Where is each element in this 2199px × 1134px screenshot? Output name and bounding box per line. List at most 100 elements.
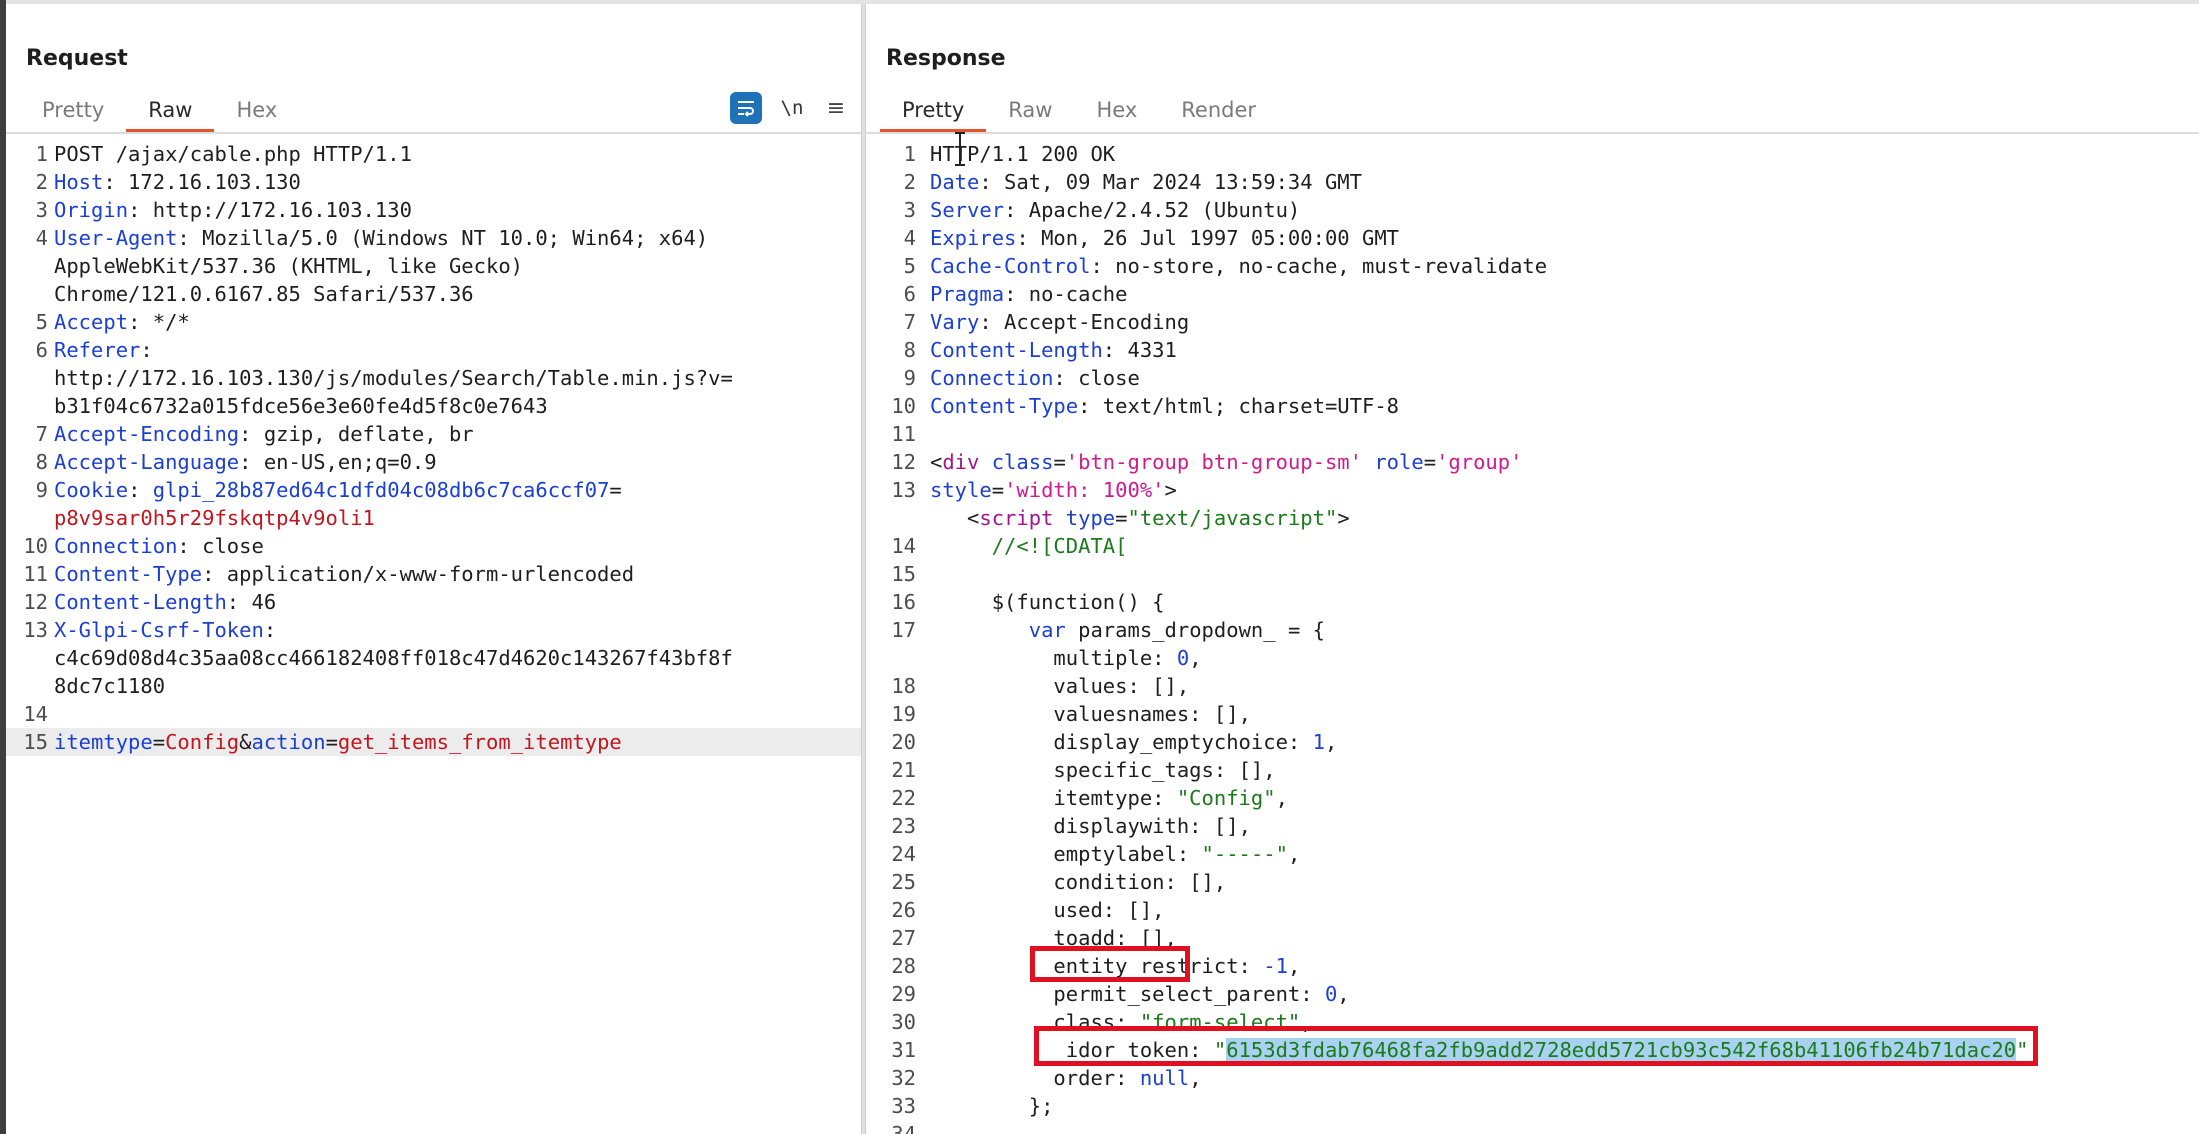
line-code: Cookie: glpi_28b87ed64c1dfd04c08db6c7ca6… <box>54 476 622 504</box>
response-tab-pretty[interactable]: Pretty <box>880 90 987 132</box>
line-number: 7 <box>903 310 916 334</box>
request-pane: Request Pretty Raw Hex \n ≡ 1 POST /ajax/… <box>6 4 862 1134</box>
request-line: 11 Content-Type: application/x-www-form-u… <box>6 560 862 588</box>
response-tab-render[interactable]: Render <box>1159 90 1278 132</box>
js-value: [] <box>1213 814 1239 838</box>
line-number: 18 <box>891 674 916 698</box>
response-line: 13 style='width: 100%'> <box>866 476 2199 504</box>
js-value: 0 <box>1324 982 1338 1006</box>
js-prop: used: <box>930 898 1128 922</box>
markup-token: = <box>991 478 1005 502</box>
line-number: 1 <box>903 142 916 166</box>
line-code: style='width: 100%'> <box>930 476 1177 504</box>
response-editor[interactable]: 1 HTTP/1.1 200 OK 2 Date: Sat, 09 Mar 2024 … <box>866 140 2199 1134</box>
request-tab-pretty[interactable]: Pretty <box>20 90 126 132</box>
line-code: User-Agent: Mozilla/5.0 (Windows NT 10.0… <box>54 224 708 252</box>
line-number: 1 <box>35 142 48 166</box>
wrap-lines-icon[interactable] <box>730 92 762 124</box>
js-text: params_dropdown_ = { <box>1065 618 1325 642</box>
plain-text: AppleWebKit/537.36 (KHTML, like Gecko) <box>54 254 523 278</box>
line-code: //<![CDATA[ <box>930 532 1128 560</box>
markup-token: 'width: 100%' <box>1004 478 1165 502</box>
response-line: 19 valuesnames: [], <box>866 700 2199 728</box>
js-comma: , <box>1189 646 1202 670</box>
response-line: 1 HTTP/1.1 200 OK <box>866 140 2199 168</box>
request-line: b31f04c6732a015fdce56e3e60fe4d5f8c0e7643 <box>6 392 862 420</box>
line-code: Connection: close <box>930 364 1140 392</box>
header-name: Expires <box>930 226 1017 250</box>
line-number: 28 <box>891 954 916 978</box>
markup-token: div <box>942 450 980 474</box>
header-name: Accept-Encoding <box>54 422 240 446</box>
response-line: 33 }; <box>866 1092 2199 1120</box>
header-value: : en-US,en;q=0.9 <box>239 450 437 474</box>
line-number: 14 <box>23 702 48 726</box>
line-code: b31f04c6732a015fdce56e3e60fe4d5f8c0e7643 <box>54 392 548 420</box>
line-code: Content-Length: 4331 <box>930 336 1177 364</box>
js-comma: , <box>1213 870 1227 894</box>
plain-text: c4c69d08d4c35aa08cc466182408ff018c47d462… <box>54 646 733 670</box>
js-prop: specific_tags: <box>930 758 1239 782</box>
request-line: 14 <box>6 700 862 728</box>
plain-text: $(function() { <box>930 590 1165 614</box>
js-comma: , <box>1238 702 1251 726</box>
request-tab-raw[interactable]: Raw <box>126 90 215 132</box>
request-tab-hex[interactable]: Hex <box>214 90 299 132</box>
request-line: 8dc7c1180 <box>6 672 862 700</box>
line-number: 33 <box>891 1094 916 1118</box>
markup-token: type <box>1065 506 1116 530</box>
line-number: 11 <box>23 562 48 586</box>
response-line: 22 itemtype: "Config", <box>866 784 2199 812</box>
response-tab-raw[interactable]: Raw <box>986 90 1074 132</box>
markup-token: < <box>967 506 980 530</box>
js-comma: , <box>1176 674 1190 698</box>
request-line: 7 Accept-Encoding: gzip, deflate, br <box>6 420 862 448</box>
response-line: 16 $(function() { <box>866 588 2199 616</box>
menu-icon[interactable]: ≡ <box>822 96 850 121</box>
line-number: 12 <box>891 450 916 474</box>
request-toolbar: \n ≡ <box>730 92 850 124</box>
request-title: Request <box>26 46 128 71</box>
js-value: [] <box>1213 702 1239 726</box>
request-line: 13 X-Glpi-Csrf-Token: <box>6 616 862 644</box>
response-line: 34 <box>866 1120 2199 1134</box>
markup-token: = <box>1423 450 1437 474</box>
markup-token <box>930 506 967 530</box>
line-number: 2 <box>903 170 916 194</box>
response-line: 10 Content-Type: text/html; charset=UTF-8 <box>866 392 2199 420</box>
response-line: 21 specific_tags: [], <box>866 756 2199 784</box>
js-comma: , <box>1189 1066 1202 1090</box>
response-line: 17 var params_dropdown_ = { <box>866 616 2199 644</box>
header-name: Origin <box>54 198 129 222</box>
param-name: itemtype <box>54 730 153 754</box>
js-value: "Config" <box>1176 786 1276 810</box>
line-code: c4c69d08d4c35aa08cc466182408ff018c47d462… <box>54 644 733 672</box>
request-tab-divider <box>6 132 862 134</box>
header-name: Vary <box>930 310 980 334</box>
line-code: display_emptychoice: 1, <box>930 728 1337 756</box>
response-line: 23 displaywith: [], <box>866 812 2199 840</box>
js-comma: , <box>1263 758 1276 782</box>
line-code: Referer: <box>54 336 165 364</box>
js-value: "-----" <box>1201 842 1288 866</box>
response-line: 6 Pragma: no-cache <box>866 280 2199 308</box>
js-keyword: var <box>1028 618 1066 642</box>
js-comma: , <box>1324 730 1338 754</box>
markup-token: < <box>930 450 943 474</box>
line-number: 17 <box>891 618 916 642</box>
markup-token: style <box>930 478 992 502</box>
plain-text: }; <box>930 1094 1054 1118</box>
request-line: 4 User-Agent: Mozilla/5.0 (Windows NT 10.… <box>6 224 862 252</box>
request-editor[interactable]: 1 POST /ajax/cable.php HTTP/1.1 2 Host: 172… <box>6 140 862 1134</box>
response-line: 9 Connection: close <box>866 364 2199 392</box>
cookie-value: p8v9sar0h5r29fskqtp4v9oli1 <box>54 506 375 530</box>
response-tab-hex[interactable]: Hex <box>1074 90 1159 132</box>
header-name: Referer <box>54 338 141 362</box>
request-line: AppleWebKit/537.36 (KHTML, like Gecko) <box>6 252 862 280</box>
header-name: Content-Type <box>54 562 203 586</box>
line-number: 21 <box>891 758 916 782</box>
show-newlines-button[interactable]: \n <box>776 97 808 119</box>
line-number: 25 <box>891 870 916 894</box>
markup-token: > <box>1164 478 1177 502</box>
